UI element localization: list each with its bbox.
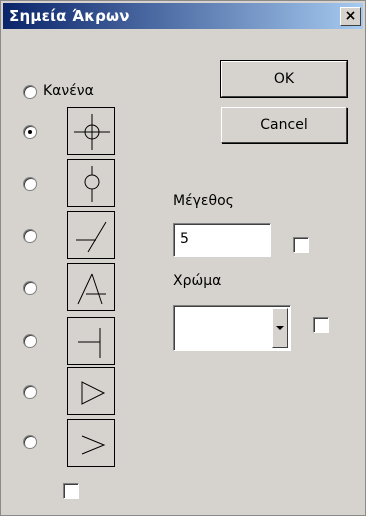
size-label: Μέγεθος	[173, 193, 234, 209]
close-icon: ×	[344, 8, 357, 24]
slash-left-icon	[77, 273, 106, 305]
marker-2[interactable]	[67, 159, 115, 207]
title-bar: Σημεία Άκρων ×	[3, 3, 363, 29]
radio-marker-2[interactable]	[23, 177, 37, 191]
triangle-arrow-icon	[81, 381, 106, 405]
size-value: 5	[180, 231, 189, 247]
circle-cross-icon	[74, 114, 110, 150]
marker-7[interactable]	[67, 419, 115, 467]
radio-marker-4[interactable]	[23, 281, 37, 295]
marker-3[interactable]	[67, 211, 115, 259]
close-button[interactable]: ×	[340, 7, 361, 26]
cancel-button[interactable]: Cancel	[221, 107, 347, 143]
radio-none-label: Κανένα	[43, 83, 94, 99]
color-checkbox[interactable]	[313, 317, 329, 333]
radio-none[interactable]	[23, 85, 37, 99]
radio-marker-3[interactable]	[23, 229, 37, 243]
size-input[interactable]: 5	[173, 223, 271, 257]
window-title: Σημεία Άκρων	[9, 7, 130, 25]
t-bar-icon	[78, 328, 101, 358]
marker-1[interactable]	[67, 107, 115, 155]
marker-checkbox[interactable]	[63, 483, 79, 499]
radio-marker-7[interactable]	[23, 435, 37, 449]
marker-6[interactable]	[67, 367, 115, 415]
marker-4[interactable]	[67, 263, 115, 311]
size-checkbox[interactable]	[293, 237, 309, 253]
end-points-dialog: Σημεία Άκρων × Κανένα OK Cancel Μέγεθος …	[0, 0, 366, 516]
color-select[interactable]	[173, 305, 291, 351]
radio-marker-6[interactable]	[23, 385, 37, 399]
radio-marker-5[interactable]	[23, 334, 37, 348]
ok-button[interactable]: OK	[220, 60, 348, 98]
circle-on-line-icon	[84, 166, 100, 202]
marker-5[interactable]	[67, 317, 115, 365]
color-label: Χρώμα	[173, 273, 222, 289]
slash-right-icon	[76, 221, 107, 253]
radio-marker-1[interactable]	[23, 125, 37, 139]
open-arrow-icon	[81, 435, 106, 455]
color-dropdown-button[interactable]	[272, 308, 288, 348]
